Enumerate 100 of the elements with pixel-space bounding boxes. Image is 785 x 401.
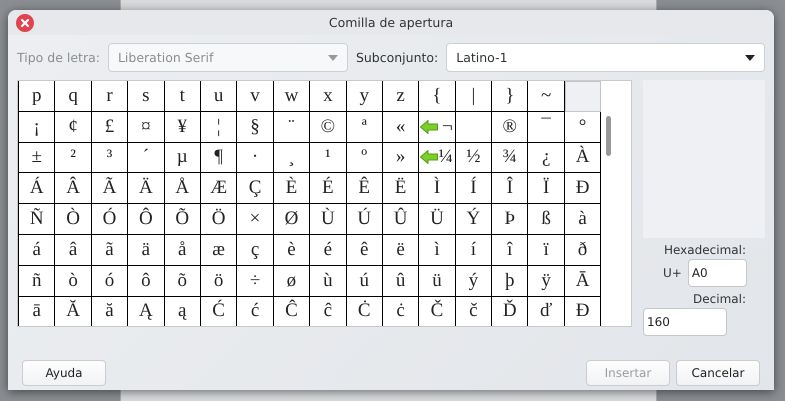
character-cell[interactable]: ê xyxy=(346,234,383,266)
character-cell[interactable]: ¿ xyxy=(528,142,565,174)
character-cell[interactable]: þ xyxy=(492,266,528,297)
character-cell[interactable]: » xyxy=(382,142,420,174)
character-cell[interactable]: ď xyxy=(528,296,565,326)
character-cell[interactable]: Ø xyxy=(274,204,310,235)
character-cell[interactable]: ü xyxy=(419,266,456,297)
character-cell[interactable]: Ä xyxy=(128,173,165,204)
character-cell[interactable]: Õ xyxy=(164,204,201,235)
character-cell[interactable]: Æ xyxy=(200,173,238,204)
character-cell[interactable]: ß xyxy=(528,204,565,235)
character-cell[interactable]: ë xyxy=(382,234,420,266)
character-cell[interactable]: p xyxy=(19,81,56,112)
character-cell[interactable]: ¦ xyxy=(200,112,238,143)
character-cell[interactable]: ¬ xyxy=(419,112,456,143)
character-cell[interactable]: t xyxy=(164,81,201,112)
character-cell[interactable]: v xyxy=(237,81,274,112)
character-cell[interactable]: É xyxy=(310,173,347,204)
character-cell[interactable]: ñ xyxy=(19,266,56,297)
character-cell[interactable]: é xyxy=(310,234,347,266)
character-cell[interactable]: Å xyxy=(164,173,201,204)
character-cell[interactable]: ą xyxy=(164,296,201,326)
character-cell[interactable]: È xyxy=(274,173,310,204)
character-cell[interactable]: q xyxy=(55,81,92,112)
character-cell[interactable]: î xyxy=(492,234,528,266)
character-cell[interactable]: ± xyxy=(19,142,56,174)
character-cell[interactable]: º xyxy=(346,142,383,174)
character-cell[interactable]: Û xyxy=(382,204,420,235)
character-cell[interactable]: û xyxy=(382,266,420,297)
character-cell[interactable]: © xyxy=(310,112,347,143)
character-cell[interactable]: × xyxy=(237,204,274,235)
character-cell[interactable]: ª xyxy=(346,112,383,143)
character-cell[interactable]: ¼ xyxy=(419,142,456,174)
character-cell[interactable]: ă xyxy=(92,296,128,326)
character-cell[interactable]: Ï xyxy=(528,173,565,204)
character-cell[interactable]: £ xyxy=(92,112,128,143)
character-cell[interactable]: ï xyxy=(528,234,565,266)
character-cell[interactable]: Ì xyxy=(419,173,456,204)
character-cell[interactable]: Ã xyxy=(92,173,128,204)
character-cell[interactable]: Ĉ xyxy=(274,296,310,326)
subset-dropdown[interactable]: Latino-1 xyxy=(446,43,765,72)
character-cell[interactable]: ½ xyxy=(456,142,492,174)
character-cell[interactable]: « xyxy=(382,112,420,143)
character-cell[interactable]: u xyxy=(200,81,238,112)
dialog-button[interactable]: Cancelar xyxy=(676,360,760,386)
character-cell[interactable]: s xyxy=(128,81,165,112)
character-cell[interactable]: ® xyxy=(492,112,528,143)
character-cell[interactable]: Ö xyxy=(200,204,238,235)
character-cell[interactable]: ò xyxy=(55,266,92,297)
character-cell[interactable]: µ xyxy=(164,142,201,174)
character-cell[interactable]: ô xyxy=(128,266,165,297)
character-cell[interactable]: ´ xyxy=(128,142,165,174)
character-cell[interactable]: ó xyxy=(92,266,128,297)
character-cell[interactable]: ¹ xyxy=(310,142,347,174)
scrollbar-thumb[interactable] xyxy=(606,116,612,156)
character-cell[interactable]: Ć xyxy=(200,296,238,326)
character-cell[interactable]: Ò xyxy=(55,204,92,235)
character-cell[interactable]: ÷ xyxy=(237,266,274,297)
character-cell[interactable]: § xyxy=(237,112,274,143)
character-cell[interactable]: ö xyxy=(200,266,238,297)
character-cell[interactable]: | xyxy=(456,81,492,112)
character-cell[interactable]: } xyxy=(492,81,528,112)
character-cell[interactable]: ç xyxy=(237,234,274,266)
character-cell[interactable]: Ą xyxy=(128,296,165,326)
character-cell[interactable]: Ê xyxy=(346,173,383,204)
character-cell[interactable]: Ñ xyxy=(19,204,56,235)
character-cell[interactable]: ¶ xyxy=(200,142,238,174)
character-cell[interactable]: Ý xyxy=(456,204,492,235)
character-cell[interactable]: ² xyxy=(55,142,92,174)
character-cell[interactable]: ä xyxy=(128,234,165,266)
character-cell[interactable]: Î xyxy=(492,173,528,204)
character-cell[interactable]: { xyxy=(419,81,456,112)
character-cell[interactable]: Ă xyxy=(55,296,92,326)
character-cell[interactable]: õ xyxy=(164,266,201,297)
character-cell[interactable]: z xyxy=(382,81,420,112)
character-cell[interactable]: ³ xyxy=(92,142,128,174)
character-cell[interactable]: â xyxy=(55,234,92,266)
character-cell[interactable]: ù xyxy=(310,266,347,297)
character-cell[interactable]: ć xyxy=(237,296,274,326)
decimal-field[interactable]: 160 xyxy=(643,308,727,336)
character-cell[interactable]: Â xyxy=(55,173,92,204)
character-cell[interactable]: ¯ xyxy=(528,112,565,143)
character-cell[interactable]: ċ xyxy=(382,296,420,326)
character-cell[interactable]: Á xyxy=(19,173,56,204)
character-cell[interactable]: ì xyxy=(419,234,456,266)
character-cell[interactable]: Í xyxy=(456,173,492,204)
character-cell[interactable]: æ xyxy=(200,234,238,266)
character-cell[interactable]: Ù xyxy=(310,204,347,235)
character-cell[interactable]: å xyxy=(164,234,201,266)
help-button[interactable]: Ayuda xyxy=(22,360,106,386)
close-button[interactable] xyxy=(16,14,34,32)
character-cell[interactable]: ý xyxy=(456,266,492,297)
character-cell[interactable] xyxy=(456,112,492,143)
character-cell[interactable]: y xyxy=(346,81,383,112)
character-cell[interactable]: Ç xyxy=(237,173,274,204)
character-cell[interactable]: x xyxy=(310,81,347,112)
character-cell[interactable]: Ċ xyxy=(346,296,383,326)
character-cell[interactable]: ¸ xyxy=(274,142,310,174)
character-cell[interactable]: ø xyxy=(274,266,310,297)
character-cell[interactable]: Ú xyxy=(346,204,383,235)
